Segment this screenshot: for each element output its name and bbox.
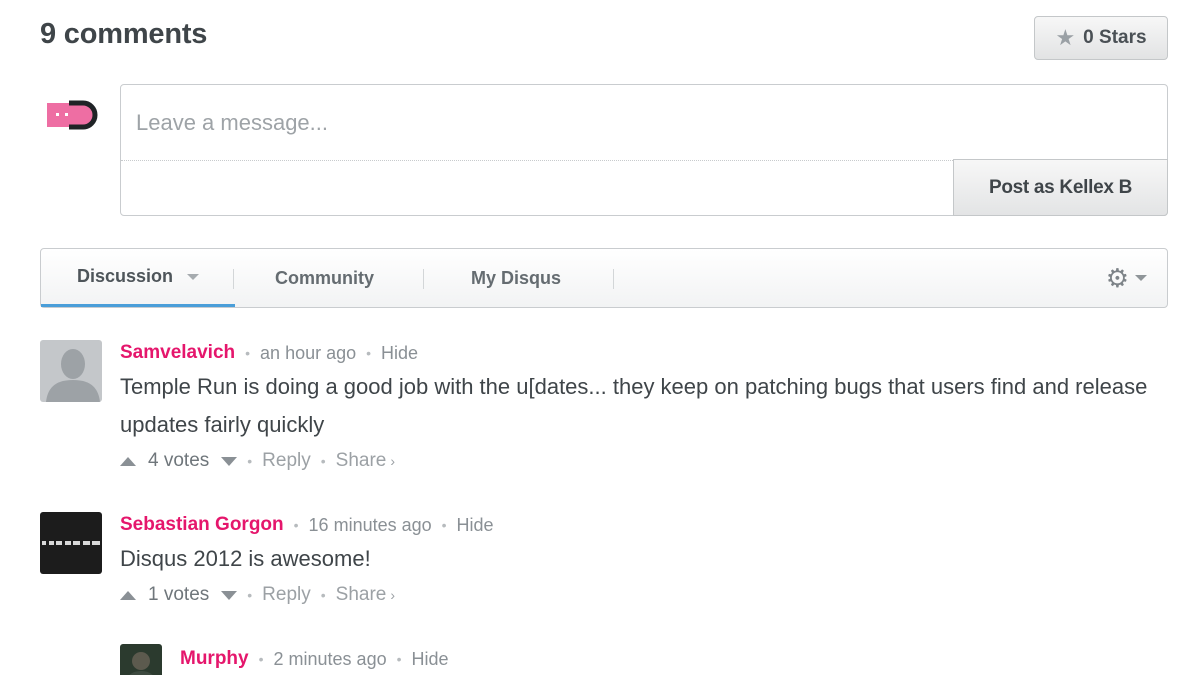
comment-actions: 4 votes • Reply • Share › xyxy=(120,450,395,472)
vote-count: 4 votes xyxy=(148,450,210,471)
discussion-tabs: Discussion Community My Disqus ⚙ xyxy=(40,248,1168,308)
tab-divider xyxy=(613,269,614,289)
chevron-down-icon xyxy=(1135,275,1147,281)
comment-body: Temple Run is doing a good job with the … xyxy=(120,374,1148,437)
comment-count-title: 9 comments xyxy=(40,18,208,50)
tab-my-disqus-label: My Disqus xyxy=(471,267,562,288)
comment-actions: 1 votes • Reply • Share › xyxy=(120,584,395,606)
black-logo-avatar[interactable] xyxy=(40,512,102,574)
separator-dot: • xyxy=(320,453,326,469)
stars-button[interactable]: ★ 0 Stars xyxy=(1034,16,1168,60)
chevron-right-icon: › xyxy=(390,587,396,603)
star-icon: ★ xyxy=(1055,25,1076,50)
tab-divider xyxy=(423,269,424,289)
hide-link[interactable]: Hide xyxy=(457,515,494,536)
vote-count: 1 votes xyxy=(148,584,210,605)
tab-my-disqus[interactable]: My Disqus xyxy=(471,249,561,307)
downvote-icon[interactable] xyxy=(221,456,238,466)
separator-dot: • xyxy=(258,651,264,667)
tab-discussion[interactable]: Discussion xyxy=(41,249,235,307)
comment-time[interactable]: an hour ago xyxy=(260,343,356,364)
message-input[interactable] xyxy=(121,85,1167,161)
share-link[interactable]: Share xyxy=(336,450,387,472)
comment-meta: Murphy • 2 minutes ago • Hide xyxy=(180,648,449,670)
comment-time[interactable]: 16 minutes ago xyxy=(309,515,432,536)
stars-label: 0 Stars xyxy=(1083,27,1147,48)
hide-link[interactable]: Hide xyxy=(381,343,418,364)
comment-meta: Sebastian Gorgon • 16 minutes ago • Hide xyxy=(120,514,494,536)
separator-dot: • xyxy=(247,453,253,469)
default-silhouette-avatar[interactable] xyxy=(40,340,102,402)
chevron-down-icon xyxy=(187,273,200,280)
separator-dot: • xyxy=(441,517,447,533)
tab-divider xyxy=(233,269,234,289)
photo-avatar[interactable] xyxy=(120,644,162,675)
tab-community[interactable]: Community xyxy=(275,249,374,307)
tab-discussion-label: Discussion xyxy=(76,266,174,286)
separator-dot: • xyxy=(245,345,251,361)
separator-dot: • xyxy=(366,345,372,361)
comment-author[interactable]: Sebastian Gorgon xyxy=(120,514,284,536)
settings-menu-button[interactable]: ⚙ xyxy=(1106,265,1147,291)
comment-author[interactable]: Murphy xyxy=(180,648,249,670)
separator-dot: • xyxy=(396,651,402,667)
gear-icon: ⚙ xyxy=(1105,263,1129,293)
separator-dot: • xyxy=(293,517,299,533)
upvote-icon[interactable] xyxy=(120,590,136,600)
separator-dot: • xyxy=(247,587,253,603)
share-link[interactable]: Share xyxy=(336,584,387,606)
reply-link[interactable]: Reply xyxy=(262,584,311,606)
disqus-logo-icon xyxy=(47,100,98,130)
comment-meta: Samvelavich • an hour ago • Hide xyxy=(120,342,418,364)
separator-dot: • xyxy=(320,587,326,603)
upvote-icon[interactable] xyxy=(120,456,136,466)
compose-box: Post as Kellex B xyxy=(120,84,1168,216)
hide-link[interactable]: Hide xyxy=(412,649,449,670)
comment-author[interactable]: Samvelavich xyxy=(120,342,235,364)
chevron-right-icon: › xyxy=(390,453,396,469)
comment-body: Disqus 2012 is awesome! xyxy=(120,546,371,571)
post-button[interactable]: Post as Kellex B xyxy=(953,159,1168,216)
reply-link[interactable]: Reply xyxy=(262,450,311,472)
comment-time[interactable]: 2 minutes ago xyxy=(274,649,387,670)
tab-community-label: Community xyxy=(275,267,374,288)
downvote-icon[interactable] xyxy=(221,590,238,600)
